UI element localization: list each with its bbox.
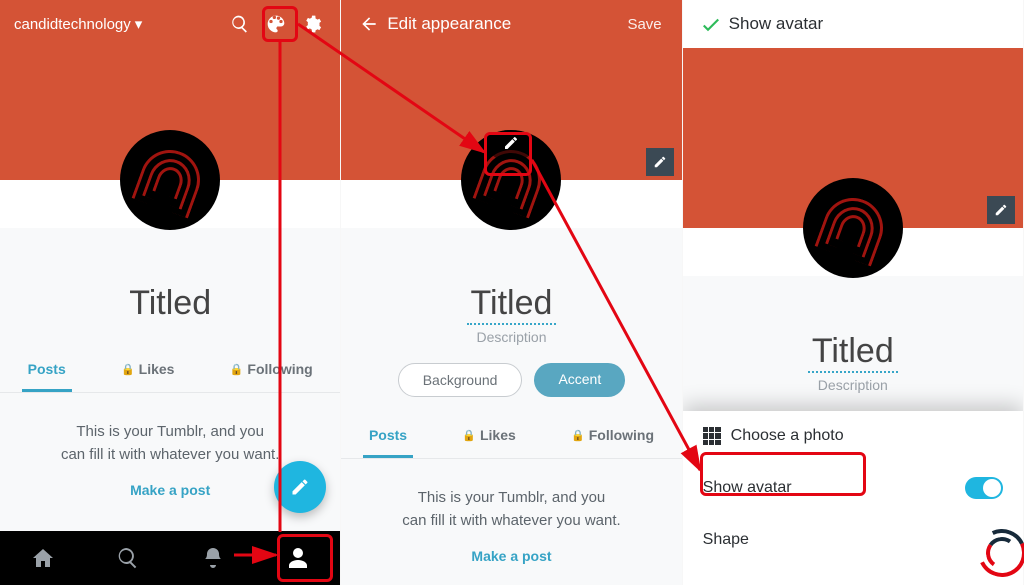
accent-pill[interactable]: Accent (534, 363, 625, 397)
avatar-wrap (120, 130, 220, 230)
lock-icon: 🔒 (121, 363, 135, 376)
blog-title-editable[interactable]: Titled (467, 284, 557, 325)
color-pills: Background Accent (398, 363, 626, 397)
blog-description[interactable]: Description (818, 377, 888, 393)
avatar-wrap (803, 178, 903, 278)
sheet-show-avatar[interactable]: Show avatar (683, 461, 1023, 515)
toggle-show-avatar[interactable] (965, 477, 1003, 499)
blog-name: candidtechnology (14, 16, 131, 33)
bottom-nav (0, 531, 340, 585)
avatar[interactable] (461, 130, 561, 230)
make-post-link[interactable]: Make a post (130, 482, 210, 498)
pencil-icon (290, 477, 310, 497)
blog-title-editable[interactable]: Titled (808, 332, 898, 373)
sheet-choose-photo[interactable]: Choose a photo (683, 411, 1023, 461)
tab-posts[interactable]: Posts (22, 349, 72, 392)
compose-fab[interactable] (274, 461, 326, 513)
panel-show-avatar: Show avatar Titled Description Backgroun… (683, 0, 1024, 585)
pencil-icon (503, 135, 519, 151)
empty-state-text: This is your Tumblr, and you can fill it… (402, 487, 620, 532)
screen-title: Show avatar (729, 14, 824, 34)
lock-icon: 🔒 (462, 429, 476, 442)
pencil-icon (994, 203, 1008, 217)
nav-account-icon[interactable] (285, 545, 311, 571)
blog-selector[interactable]: candidtechnology ▾ (10, 15, 142, 33)
avatar[interactable] (120, 130, 220, 230)
empty-state-text: This is your Tumblr, and you can fill it… (61, 421, 279, 466)
palette-icon[interactable] (258, 6, 294, 42)
background-pill[interactable]: Background (398, 363, 523, 397)
save-button[interactable]: Save (617, 10, 671, 39)
sheet-shape[interactable]: Shape (683, 515, 1023, 565)
avatar[interactable] (803, 178, 903, 278)
panel-blog: candidtechnology ▾ Titled Posts 🔒Likes 🔒… (0, 0, 341, 585)
screen-title: Edit appearance (387, 14, 511, 34)
blog-description[interactable]: Description (476, 329, 546, 345)
nav-activity-icon[interactable] (200, 545, 226, 571)
search-icon[interactable] (222, 6, 258, 42)
blog-title: Titled (129, 284, 211, 323)
banner-edit-button[interactable] (987, 196, 1015, 224)
make-post-link[interactable]: Make a post (471, 548, 551, 564)
tab-posts[interactable]: Posts (363, 415, 413, 458)
banner-edit-button[interactable] (646, 148, 674, 176)
topbar-edit: Edit appearance Save (341, 0, 681, 48)
chevron-down-icon: ▾ (135, 15, 143, 33)
grid-icon (703, 427, 731, 445)
pencil-icon (653, 155, 667, 169)
back-icon[interactable] (351, 6, 387, 42)
topbar-avatar: Show avatar (683, 0, 1023, 48)
lock-icon: 🔒 (230, 363, 244, 376)
edit-content: Titled Description Background Accent Pos… (341, 228, 681, 585)
tab-following[interactable]: 🔒Following (224, 349, 319, 392)
blog-tabs: Posts 🔒Likes 🔒Following (341, 415, 681, 459)
avatar-sheet: Choose a photo Show avatar Shape (683, 411, 1023, 585)
panel-edit-appearance: Edit appearance Save Titled Description … (341, 0, 682, 585)
nav-search-icon[interactable] (115, 545, 141, 571)
topbar-blog: candidtechnology ▾ (0, 0, 340, 48)
confirm-icon[interactable] (693, 6, 729, 42)
nav-home-icon[interactable] (30, 545, 56, 571)
tab-likes[interactable]: 🔒Likes (456, 415, 522, 458)
lock-icon: 🔒 (571, 429, 585, 442)
gear-icon[interactable] (294, 6, 330, 42)
avatar-wrap (461, 130, 561, 230)
blog-tabs: Posts 🔒Likes 🔒Following (0, 349, 340, 393)
avatar-edit-button[interactable] (492, 130, 530, 158)
tab-following[interactable]: 🔒Following (565, 415, 660, 458)
tab-likes[interactable]: 🔒Likes (115, 349, 181, 392)
